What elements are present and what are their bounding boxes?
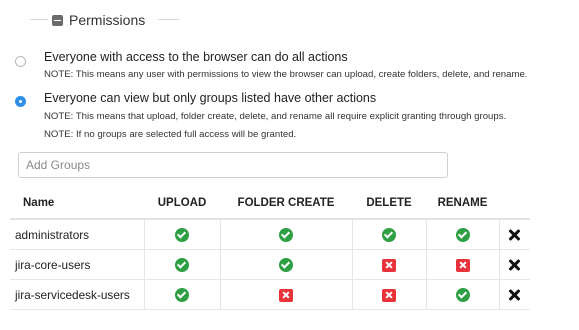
collapse-minus-icon[interactable] bbox=[52, 14, 63, 26]
radio-groups-only[interactable] bbox=[15, 96, 26, 107]
permission-cell-folder-create bbox=[219, 219, 352, 250]
legend-line-right bbox=[158, 19, 180, 20]
permission-cell-delete bbox=[351, 279, 426, 310]
check-circle-icon[interactable] bbox=[175, 287, 189, 302]
option-groups-only-label[interactable]: Everyone can view but only groups listed… bbox=[44, 91, 376, 105]
permission-cell-delete bbox=[351, 249, 426, 280]
legend-line-left bbox=[30, 19, 48, 20]
permissions-section-header[interactable]: Permissions bbox=[52, 10, 145, 30]
column-header-upload: UPLOAD bbox=[144, 188, 220, 220]
permission-cell-folder-create bbox=[219, 279, 352, 310]
permission-cell-rename bbox=[425, 279, 499, 310]
remove-x-icon[interactable] bbox=[508, 258, 522, 272]
remove-cell bbox=[498, 279, 530, 310]
check-circle-icon[interactable] bbox=[279, 227, 293, 242]
check-circle-icon[interactable] bbox=[175, 227, 189, 242]
column-header-name: Name bbox=[10, 188, 144, 220]
table-row: jira-core-users bbox=[10, 249, 530, 280]
column-header-folder-create: FOLDER CREATE bbox=[220, 188, 352, 220]
section-title: Permissions bbox=[69, 12, 146, 28]
column-header-rename: RENAME bbox=[426, 188, 499, 220]
permission-cell-upload bbox=[143, 279, 220, 310]
group-name: jira-servicedesk-users bbox=[10, 279, 144, 310]
option-groups-only-note-2: NOTE: If no groups are selected full acc… bbox=[44, 129, 297, 140]
permission-cell-delete bbox=[351, 219, 426, 250]
red-x-icon[interactable] bbox=[279, 288, 293, 302]
check-circle-icon[interactable] bbox=[279, 257, 293, 272]
remove-cell bbox=[498, 219, 530, 250]
radio-all-actions[interactable] bbox=[15, 56, 26, 67]
red-x-icon[interactable] bbox=[382, 288, 396, 302]
add-groups-input[interactable] bbox=[18, 152, 448, 178]
permission-cell-rename bbox=[425, 249, 499, 280]
group-name: jira-core-users bbox=[10, 249, 144, 280]
group-name: administrators bbox=[10, 219, 144, 250]
permissions-table: Name UPLOAD FOLDER CREATE DELETE RENAME … bbox=[10, 188, 530, 310]
option-all-actions-label[interactable]: Everyone with access to the browser can … bbox=[44, 50, 348, 64]
red-x-icon[interactable] bbox=[455, 258, 470, 272]
permission-cell-folder-create bbox=[219, 249, 352, 280]
check-circle-icon[interactable] bbox=[455, 227, 470, 242]
permission-cell-rename bbox=[425, 219, 499, 250]
check-circle-icon[interactable] bbox=[455, 287, 470, 302]
option-groups-only-note-1: NOTE: This means that upload, folder cre… bbox=[44, 111, 507, 122]
remove-x-icon[interactable] bbox=[508, 228, 522, 242]
table-header-row: Name UPLOAD FOLDER CREATE DELETE RENAME bbox=[10, 188, 530, 220]
table-row: jira-servicedesk-users bbox=[10, 279, 530, 310]
check-circle-icon[interactable] bbox=[382, 227, 396, 242]
permission-cell-upload bbox=[143, 249, 220, 280]
red-x-icon[interactable] bbox=[382, 258, 396, 272]
column-header-remove bbox=[499, 188, 530, 220]
option-all-actions-note: NOTE: This means any user with permissio… bbox=[44, 69, 528, 80]
remove-x-icon[interactable] bbox=[508, 288, 522, 302]
check-circle-icon[interactable] bbox=[175, 257, 189, 272]
table-row: administrators bbox=[10, 219, 530, 250]
column-header-delete: DELETE bbox=[352, 188, 426, 220]
permission-cell-upload bbox=[143, 219, 220, 250]
remove-cell bbox=[498, 249, 530, 280]
